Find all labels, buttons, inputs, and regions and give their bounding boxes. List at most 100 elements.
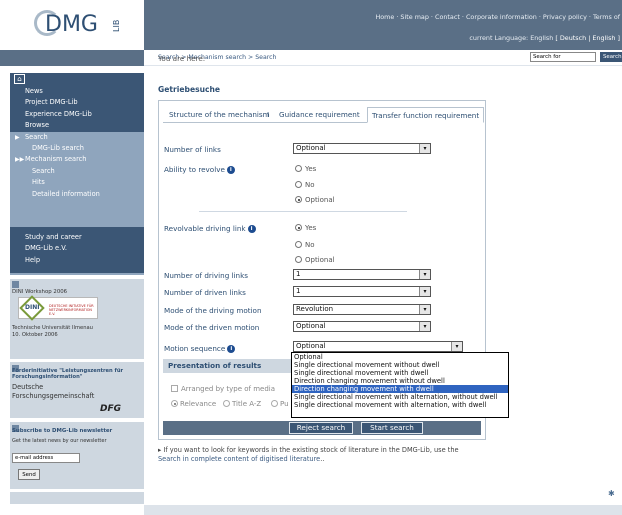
revolvable-radio-no[interactable]: No <box>295 241 315 249</box>
revolve-radio-yes[interactable]: Yes <box>295 165 316 173</box>
driven-links-select[interactable]: 1 ▾ <box>293 286 431 297</box>
sidebar-item-experience[interactable]: Experience DMG-Lib <box>10 108 144 121</box>
header-links[interactable]: Home · Site map · Contact · Corporate in… <box>375 13 620 21</box>
dropdown-option[interactable]: Single directional movement with alterna… <box>292 401 508 409</box>
motion-seq-label-text: Motion sequence <box>164 344 226 353</box>
dfg-title[interactable]: Förderinitiative "Leistungszentren für F… <box>12 368 123 380</box>
driving-motion-select[interactable]: Revolution ▾ <box>293 304 431 315</box>
divider <box>199 211 407 212</box>
dropdown-option-highlighted[interactable]: Direction changing movement with dwell <box>292 385 508 393</box>
chevron-down-icon: ▾ <box>419 305 430 314</box>
star-icon[interactable]: ✱ <box>608 489 615 498</box>
chevron-down-icon: ▾ <box>419 287 430 296</box>
revolve-label: Ability to revolve i <box>164 165 235 174</box>
arrow-right-icon: ▶ <box>15 133 20 141</box>
tab-structure[interactable]: Structure of the mechanism <box>165 107 274 123</box>
dfg-box: Förderinitiative "Leistungszentren für F… <box>10 362 144 418</box>
sidebar-item-hits[interactable]: Hits <box>10 177 144 188</box>
info-icon[interactable]: i <box>227 345 236 353</box>
title-az-label: Title A-Z <box>232 400 262 408</box>
revolve-radio-no[interactable]: No <box>295 181 315 189</box>
radio-selected-icon <box>295 196 302 203</box>
dmg-lib-logo[interactable]: DMG LIB <box>0 0 144 50</box>
driving-links-select[interactable]: 1 ▾ <box>293 269 431 280</box>
tab-transfer-function[interactable]: Transfer function requirement <box>367 107 485 123</box>
sidebar-item-dmglib-search[interactable]: DMG-Lib search <box>10 143 144 154</box>
site-search-input[interactable] <box>530 52 596 62</box>
dropdown-option[interactable]: Single directional movement with dwell <box>292 369 508 377</box>
newsletter-send-button[interactable]: Send <box>18 469 40 480</box>
driven-motion-select[interactable]: Optional ▾ <box>293 321 431 332</box>
dini-title[interactable]: DINI Workshop 2006 <box>12 289 67 295</box>
dini-badge-sub: DEUTSCHE INITIATIVE FÜR NETZWERKINFORMAT… <box>49 304 94 316</box>
revolvable-optional-label: Optional <box>305 256 335 264</box>
revolve-yes-label: Yes <box>305 165 317 173</box>
title-az-radio[interactable]: Title A-Z <box>223 400 261 408</box>
dropdown-option[interactable]: Optional <box>292 353 508 361</box>
reject-search-button[interactable]: Reject search <box>289 422 353 434</box>
home-button[interactable]: ⌂ <box>10 73 144 86</box>
sidebar-item-study[interactable]: Study and career <box>10 232 144 243</box>
sidebar-item-project[interactable]: Project DMG-Lib <box>10 97 144 109</box>
dfg-text: Deutsche Forschungsgemeinschaft <box>12 383 94 401</box>
driving-links-label: Number of driving links <box>164 271 248 280</box>
dfg-logo[interactable]: DFG <box>100 404 121 414</box>
start-search-button[interactable]: Start search <box>361 422 423 434</box>
dfg-text2: Forschungsgemeinschaft <box>12 392 95 400</box>
sidebar-item-dmglib-ev[interactable]: DMG-Lib e.V. <box>10 243 144 254</box>
dropdown-option[interactable]: Single directional movement without dwel… <box>292 361 508 369</box>
revolvable-radio-optional[interactable]: Optional <box>295 256 335 264</box>
left-column: DMG LIB ⌂ News Project DMG-Lib Experienc… <box>0 0 144 515</box>
dropdown-option[interactable]: Direction changing movement without dwel… <box>292 377 508 385</box>
tab-guidance[interactable]: Guidance requirement <box>275 107 364 123</box>
breadcrumb-label: You are here: <box>158 54 206 63</box>
breadcrumb-item-search-current[interactable]: Search <box>255 54 276 61</box>
dini-badge[interactable]: DINI DEUTSCHE INITIATIVE FÜR NETZWERKINF… <box>18 295 98 321</box>
site-search-button[interactable]: Search <box>600 52 622 62</box>
breadcrumb-bar: You are here: Search > Mechanism search … <box>144 50 622 66</box>
sidebar-item-search[interactable]: ▶ Search <box>10 132 144 143</box>
driving-motion-label: Mode of the driving motion <box>164 306 262 315</box>
driven-motion-label: Mode of the driven motion <box>164 323 260 332</box>
revolve-no-label: No <box>305 181 315 189</box>
sidebar-item-mechanism-label: Mechanism search <box>25 155 87 164</box>
language-options[interactable]: [ Deutsch | English ] <box>555 34 620 42</box>
fulltext-search-link[interactable]: Search in complete content of digitised … <box>158 455 320 463</box>
language-switcher[interactable]: current Language: English [ Deutsch | En… <box>469 34 620 42</box>
chevron-down-icon: ▾ <box>451 342 462 351</box>
newsletter-email-input[interactable] <box>12 453 80 463</box>
left-bottom-bar <box>10 492 144 504</box>
dropdown-option[interactable]: Single directional movement with alterna… <box>292 393 508 401</box>
driven-links-value: 1 <box>296 287 301 295</box>
checkbox-icon <box>171 385 178 392</box>
sidebar-item-news[interactable]: News <box>10 86 144 98</box>
links-select-value: Optional <box>296 144 326 152</box>
links-select[interactable]: Optional ▾ <box>293 143 431 154</box>
sidebar-nav-secondary: Study and career DMG-Lib e.V. Help <box>10 227 144 273</box>
info-icon[interactable]: i <box>247 225 256 233</box>
logo-sub: LIB <box>112 19 121 32</box>
note-tail: .. <box>320 455 325 463</box>
driven-links-label: Number of driven links <box>164 288 246 297</box>
revolvable-yes-label: Yes <box>305 224 317 232</box>
driven-motion-value: Optional <box>296 322 326 330</box>
sidebar-item-detailed-info[interactable]: Detailed information <box>10 189 144 200</box>
sidebar-item-help[interactable]: Help <box>10 255 144 266</box>
pu-radio[interactable]: Pu <box>271 400 289 408</box>
page-title: Getriebesuche <box>158 85 221 94</box>
revolve-radio-optional[interactable]: Optional <box>295 196 335 204</box>
info-icon[interactable]: i <box>226 166 235 174</box>
sidebar-item-mechanism-search[interactable]: ▶▶Mechanism search <box>10 154 144 165</box>
dfg-text1: Deutsche <box>12 383 44 391</box>
double-arrow-icon: ▶▶ <box>15 156 25 164</box>
dfg-title2: Forschungsinformation" <box>12 374 83 380</box>
sidebar-item-browse[interactable]: Browse <box>10 120 144 132</box>
motion-seq-select[interactable]: Optional ▾ <box>293 341 463 352</box>
arranged-checkbox[interactable]: Arranged by type of media <box>171 385 275 393</box>
radio-icon <box>271 400 278 407</box>
relevance-radio[interactable]: Relevance <box>171 400 216 408</box>
revolvable-radio-yes[interactable]: Yes <box>295 224 316 232</box>
sidebar-item-search-sub[interactable]: Search <box>10 166 144 177</box>
newsletter-title: Subscribe to DMG-Lib newsletter <box>12 428 113 434</box>
note-text: ▸ If you want to look for keywords in th… <box>158 446 459 454</box>
